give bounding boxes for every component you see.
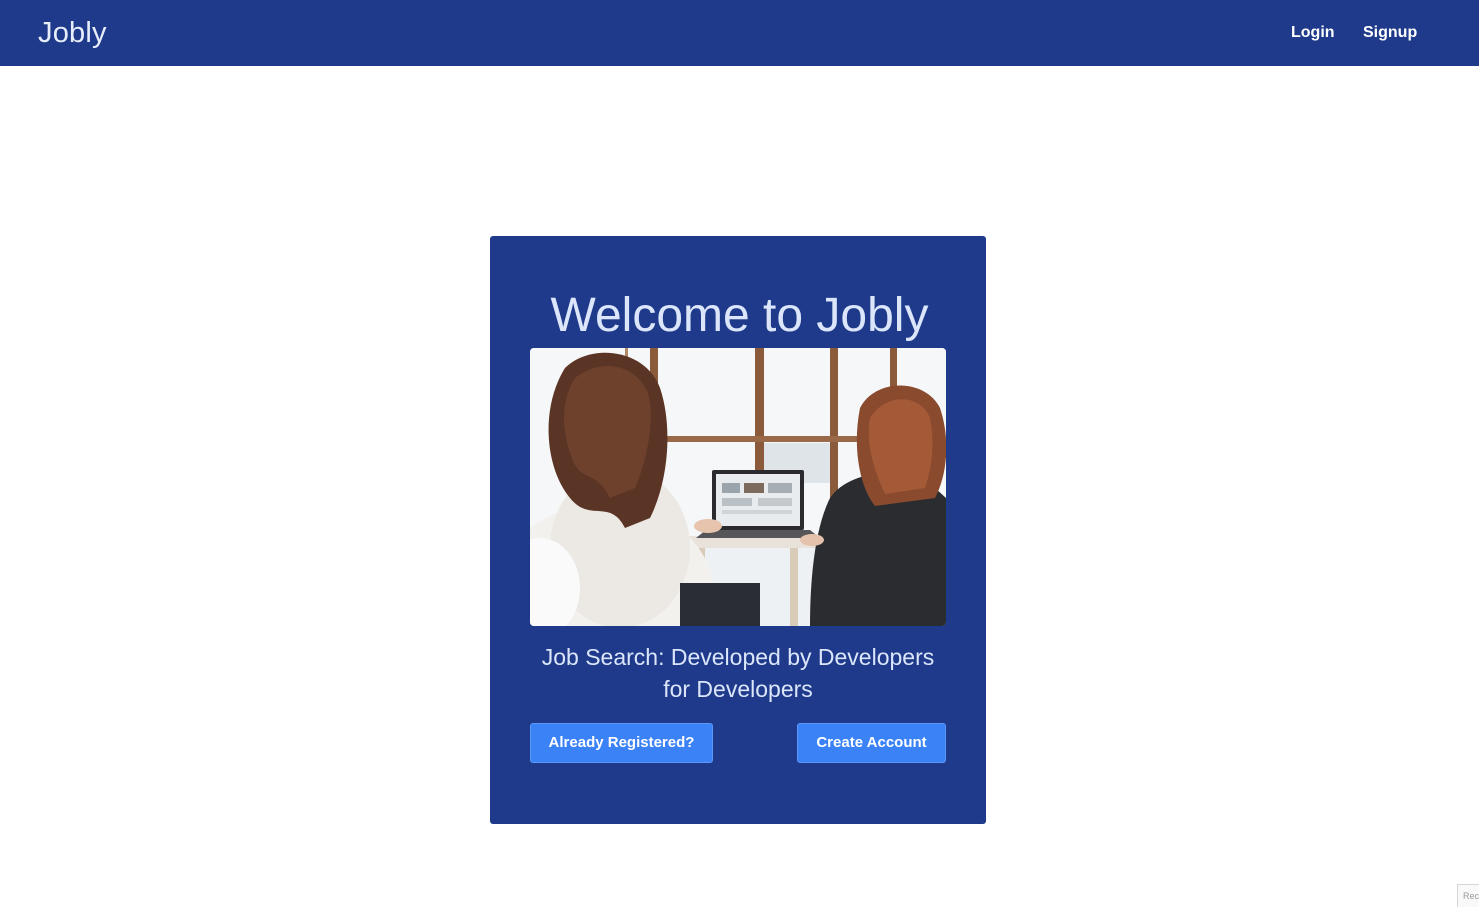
hero-photo-illustration [530, 348, 946, 626]
nav-signup-link[interactable]: Signup [1363, 22, 1417, 44]
brand-logo-link[interactable]: Jobly [38, 14, 107, 52]
corner-widget[interactable]: Rec [1457, 884, 1479, 907]
nav-login-link[interactable]: Login [1291, 22, 1335, 44]
create-account-button[interactable]: Create Account [797, 723, 946, 763]
tagline: Job Search: Developed by Developers for … [541, 644, 935, 702]
already-registered-button[interactable]: Already Registered? [530, 723, 713, 763]
hero-photo [530, 348, 946, 626]
top-navbar: Jobly Login Signup [0, 0, 1479, 66]
welcome-title: Welcome to Jobly [550, 289, 929, 342]
